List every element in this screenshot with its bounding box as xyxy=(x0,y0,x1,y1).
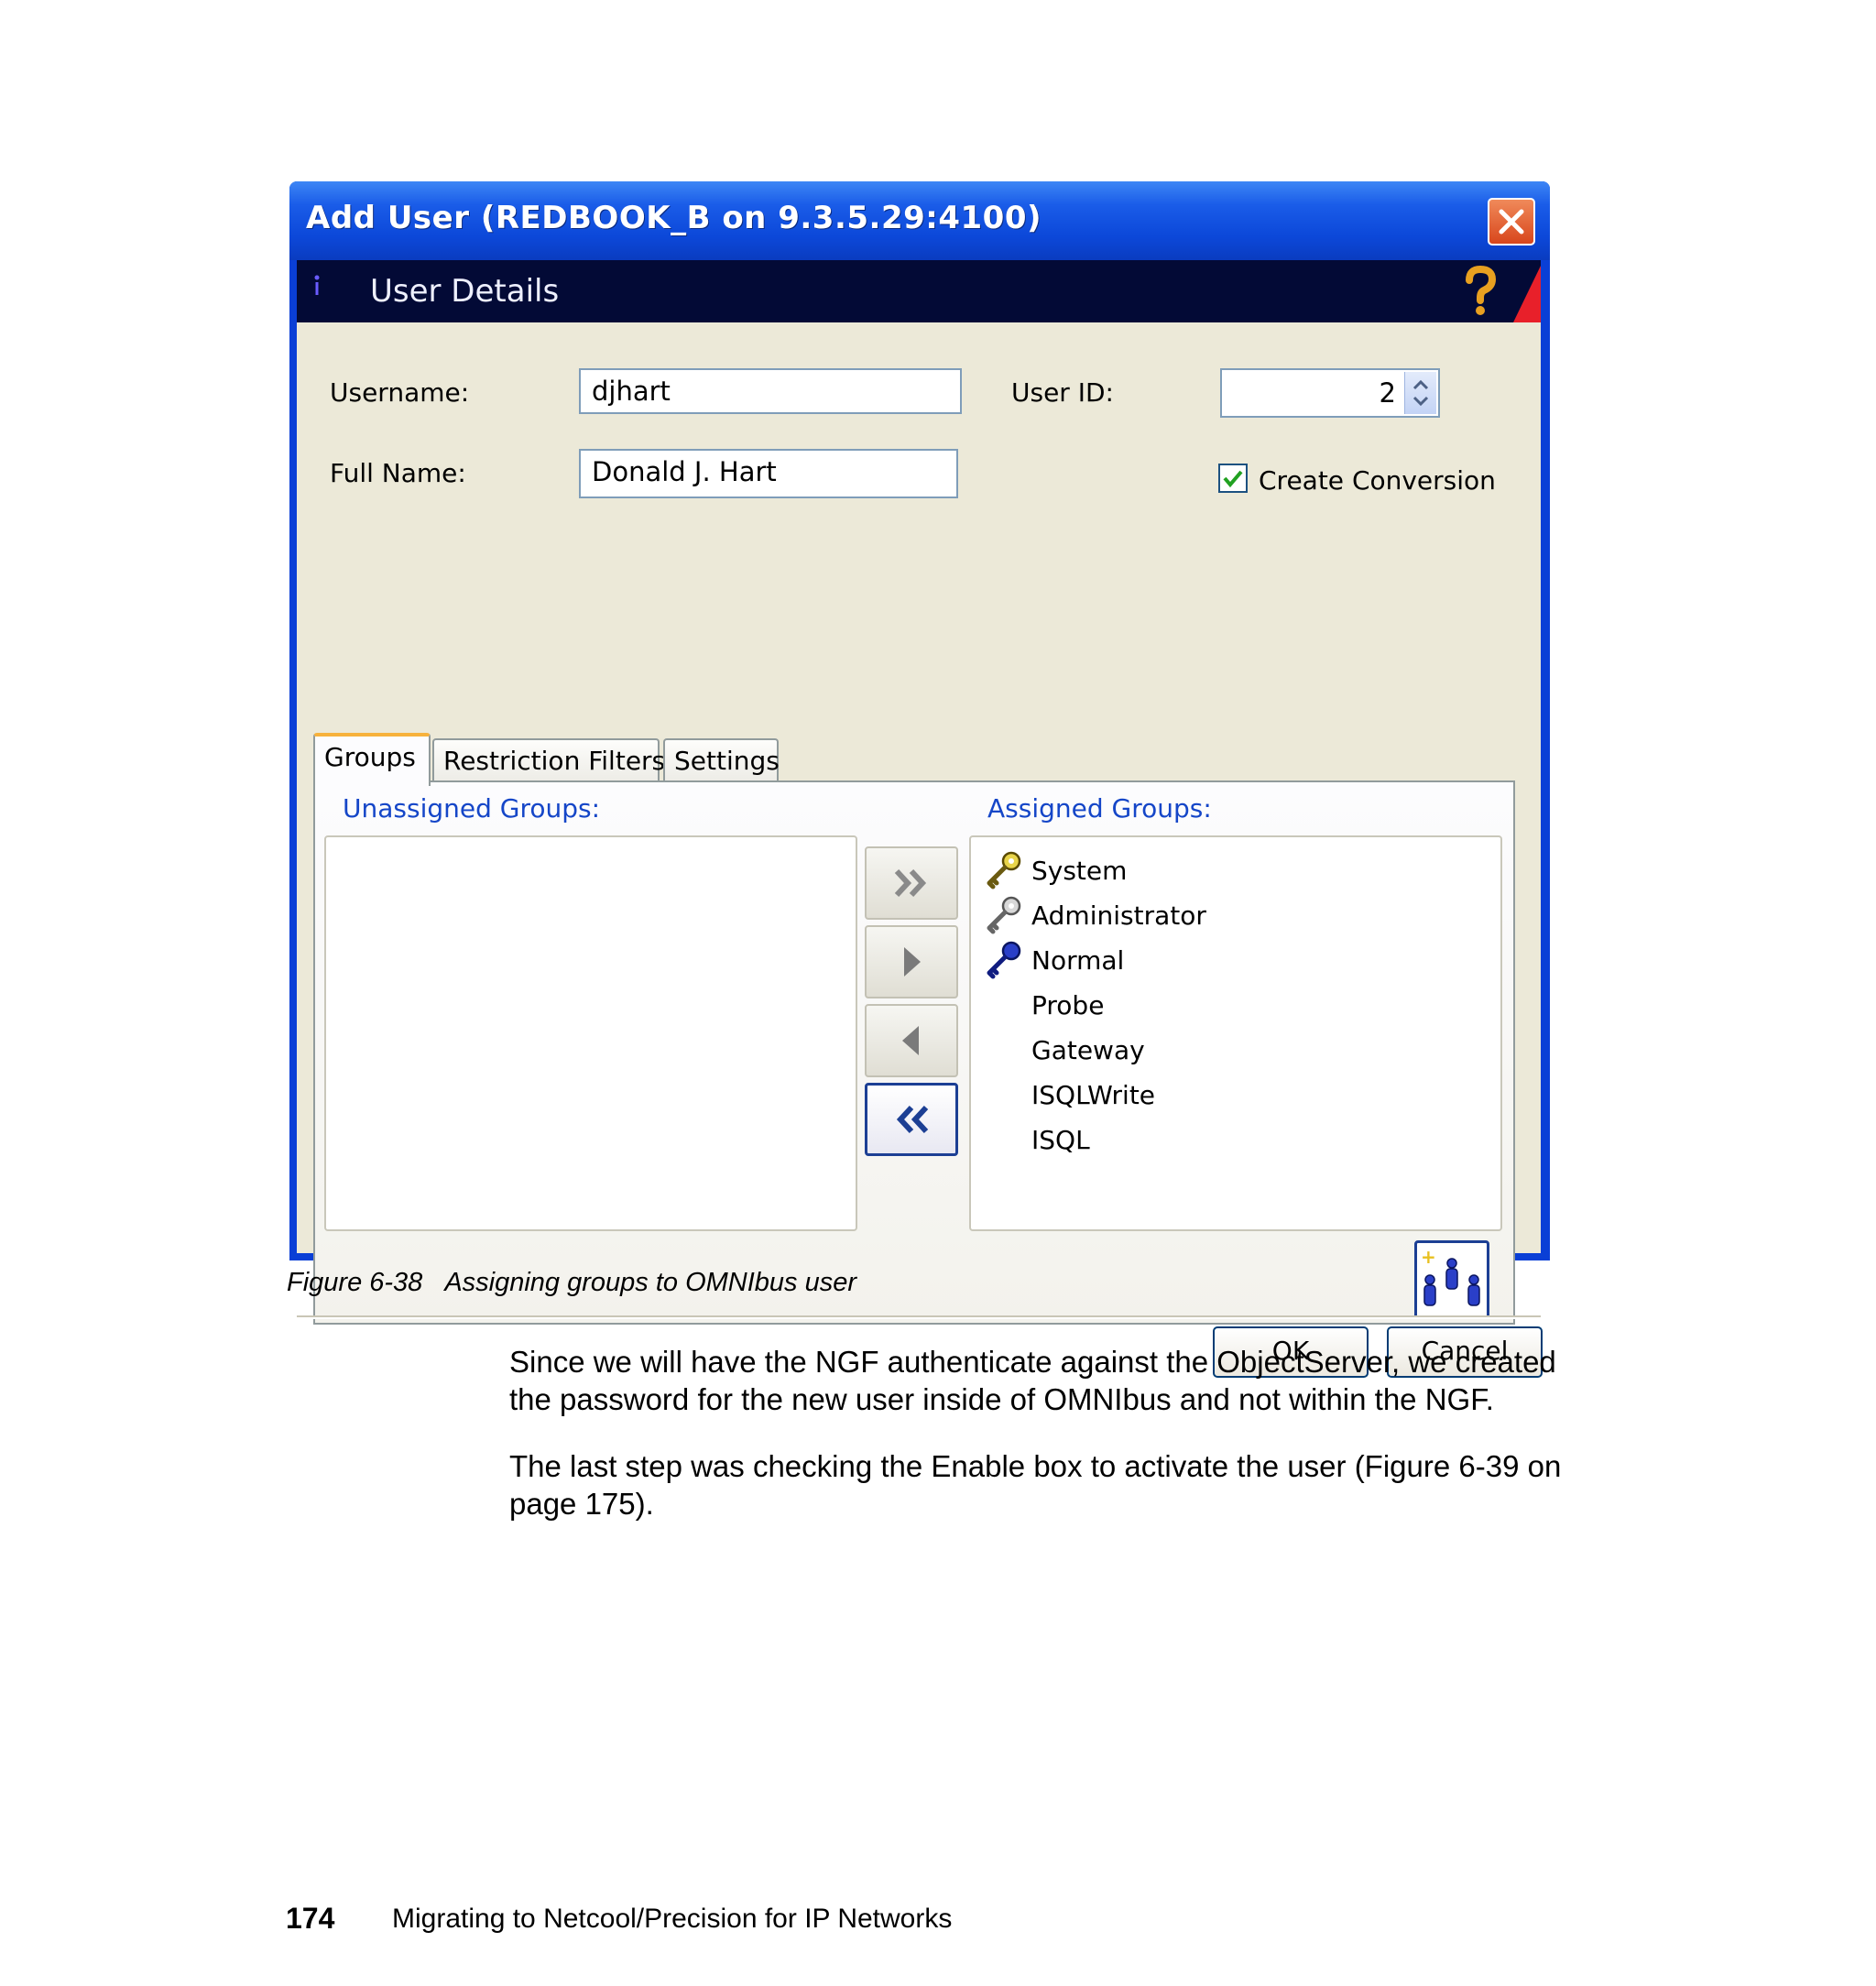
spin-up-down-icon[interactable] xyxy=(1405,372,1436,414)
unassign-all-button[interactable] xyxy=(865,1083,958,1156)
assign-selected-button[interactable] xyxy=(865,925,958,998)
userid-label: User ID: xyxy=(1011,377,1114,408)
group-name: Gateway xyxy=(1031,1035,1145,1065)
list-item[interactable]: Administrator xyxy=(984,895,1442,935)
list-item[interactable]: Gateway xyxy=(984,1030,1442,1070)
corner-flag-icon xyxy=(1513,266,1541,322)
book-title: Migrating to Netcool/Precision for IP Ne… xyxy=(392,1904,953,1934)
paragraph-2-line-2: page 175). xyxy=(509,1487,654,1521)
add-user-dialog: Add User (REDBOOK_B on 9.3.5.29:4100) Us… xyxy=(289,181,1550,1378)
close-icon xyxy=(1499,209,1524,235)
title-bar[interactable]: Add User (REDBOOK_B on 9.3.5.29:4100) xyxy=(289,181,1550,260)
page-number: 174 xyxy=(286,1902,335,1935)
fullname-input[interactable]: Donald J. Hart xyxy=(579,449,958,498)
caption-text: Assigning groups to OMNIbus user xyxy=(444,1268,857,1297)
double-chevron-right-icon xyxy=(894,868,927,898)
tab-settings[interactable]: Settings xyxy=(663,738,780,784)
figure-caption: Figure 6-38 Assigning groups to OMNIbus u… xyxy=(287,1268,856,1298)
close-button[interactable] xyxy=(1488,198,1535,246)
footer-divider xyxy=(297,1317,1541,1319)
assign-all-button[interactable] xyxy=(865,846,958,920)
key-gold-icon xyxy=(987,851,1021,889)
caption-number: Figure 6-38 xyxy=(287,1268,423,1297)
list-item[interactable]: ISQL xyxy=(984,1119,1442,1160)
tab-restriction-filters[interactable]: Restriction Filters xyxy=(432,738,665,784)
list-item[interactable]: Probe xyxy=(984,985,1442,1025)
list-item[interactable]: System xyxy=(984,850,1442,890)
paragraph-1: Since we will have the NGF authenticate … xyxy=(509,1343,1609,1418)
group-name: Normal xyxy=(1031,945,1125,976)
unassign-selected-button[interactable] xyxy=(865,1004,958,1077)
list-item[interactable]: ISQLWrite xyxy=(984,1075,1442,1115)
new-group-button[interactable]: + xyxy=(1414,1240,1489,1319)
assigned-groups-label: Assigned Groups: xyxy=(987,793,1212,824)
tab-groups[interactable]: Groups xyxy=(313,733,431,786)
double-chevron-left-icon xyxy=(896,1105,929,1134)
paragraph-2-line-1: The last step was checking the Enable bo… xyxy=(509,1449,1562,1483)
add-people-icon: + xyxy=(1421,1246,1480,1306)
fullname-label: Full Name: xyxy=(330,458,466,488)
group-name: System xyxy=(1031,856,1128,886)
group-name: ISQL xyxy=(1031,1125,1090,1155)
key-blue-icon xyxy=(987,941,1021,979)
unassigned-groups-list[interactable] xyxy=(324,835,857,1231)
userid-value: 2 xyxy=(1379,377,1396,409)
paragraph-1-line-2: the password for the new user inside of … xyxy=(509,1382,1494,1416)
group-name: Probe xyxy=(1031,990,1105,1020)
username-label: Username: xyxy=(330,377,470,408)
paragraph-1-line-1: Since we will have the NGF authenticate … xyxy=(509,1345,1556,1379)
header-title: User Details xyxy=(370,273,560,310)
userid-spinner[interactable]: 2 xyxy=(1220,368,1440,418)
checkmark-icon xyxy=(1223,470,1243,488)
info-icon xyxy=(314,275,320,295)
unassigned-groups-label: Unassigned Groups: xyxy=(343,793,601,824)
key-silver-icon xyxy=(987,896,1021,934)
paragraph-2: The last step was checking the Enable bo… xyxy=(509,1447,1609,1522)
username-input[interactable]: djhart xyxy=(579,368,962,414)
arrow-right-icon xyxy=(904,947,921,977)
list-item[interactable]: Normal xyxy=(984,940,1442,980)
window-title: Add User (REDBOOK_B on 9.3.5.29:4100) xyxy=(306,200,1042,236)
assigned-groups-list[interactable]: System Administrator Normal Probe Gatewa… xyxy=(969,835,1502,1231)
create-conversion-label: Create Conversion xyxy=(1259,465,1496,496)
create-conversion-checkbox[interactable] xyxy=(1218,464,1248,493)
group-name: Administrator xyxy=(1031,900,1206,931)
groups-tab-panel: Unassigned Groups: Assigned Groups: Syst… xyxy=(313,780,1515,1325)
help-icon[interactable] xyxy=(1462,266,1499,317)
arrow-left-icon xyxy=(902,1026,919,1055)
spin-buttons[interactable] xyxy=(1404,372,1436,414)
user-details-header: User Details xyxy=(297,260,1541,322)
group-name: ISQLWrite xyxy=(1031,1080,1156,1110)
svg-text:+: + xyxy=(1421,1246,1436,1268)
dialog-client-area: Username: djhart User ID: 2 Full Name: D… xyxy=(297,322,1543,1378)
